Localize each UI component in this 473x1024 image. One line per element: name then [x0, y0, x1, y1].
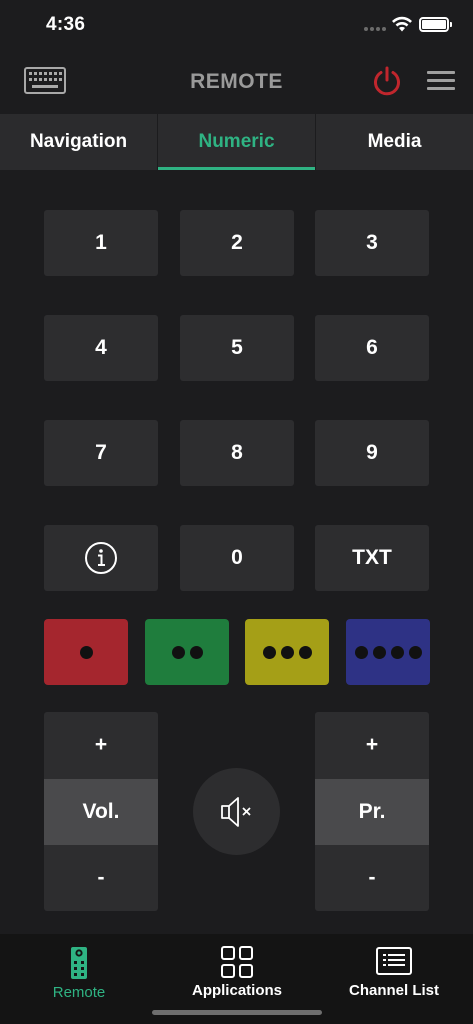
nav-applications[interactable]: Applications — [190, 946, 284, 999]
battery-icon — [419, 17, 452, 32]
apps-grid-icon — [221, 946, 253, 978]
nav-channel-list-label: Channel List — [348, 982, 439, 999]
cellular-signal-icon — [364, 27, 386, 31]
green-button[interactable] — [145, 619, 229, 685]
remote-icon — [71, 947, 87, 979]
key-9[interactable]: 9 — [315, 420, 429, 486]
status-time: 4:36 — [46, 14, 86, 35]
channel-list-icon — [376, 947, 412, 975]
nav-channel-list[interactable]: Channel List — [347, 946, 441, 999]
info-icon — [85, 542, 117, 574]
key-2[interactable]: 2 — [180, 210, 294, 276]
nav-applications-label: Applications — [191, 982, 282, 999]
red-button[interactable] — [44, 619, 128, 685]
teletext-button[interactable]: TXT — [315, 525, 429, 591]
program-label: Pr. — [315, 779, 429, 845]
key-8[interactable]: 8 — [180, 420, 294, 486]
key-5[interactable]: 5 — [180, 315, 294, 381]
key-4[interactable]: 4 — [44, 315, 158, 381]
program-up-button[interactable]: + — [315, 712, 429, 778]
tab-bar: Navigation Numeric Media — [0, 114, 473, 170]
wifi-icon — [392, 16, 412, 32]
key-7[interactable]: 7 — [44, 420, 158, 486]
key-3[interactable]: 3 — [315, 210, 429, 276]
bottom-navigation: Remote Applications Channel List — [0, 934, 473, 1024]
volume-down-button[interactable]: - — [44, 845, 158, 911]
hamburger-menu-icon[interactable] — [427, 71, 455, 91]
volume-up-button[interactable]: + — [44, 712, 158, 778]
key-6[interactable]: 6 — [315, 315, 429, 381]
mute-button[interactable] — [193, 768, 280, 855]
key-1[interactable]: 1 — [44, 210, 158, 276]
blue-button[interactable] — [346, 619, 430, 685]
tab-navigation[interactable]: Navigation — [0, 114, 157, 170]
key-0[interactable]: 0 — [180, 525, 294, 591]
nav-remote[interactable]: Remote — [52, 946, 106, 1001]
power-icon[interactable] — [371, 65, 403, 97]
program-down-button[interactable]: - — [315, 845, 429, 911]
volume-label: Vol. — [44, 779, 158, 845]
home-indicator — [152, 1010, 322, 1015]
status-bar: 4:36 — [0, 0, 473, 50]
mute-speaker-icon — [220, 796, 251, 827]
tab-media[interactable]: Media — [315, 114, 473, 170]
yellow-button[interactable] — [245, 619, 329, 685]
program-rocker: + Pr. - — [315, 712, 429, 911]
volume-rocker: + Vol. - — [44, 712, 158, 911]
info-button[interactable] — [44, 525, 158, 591]
tab-numeric[interactable]: Numeric — [157, 114, 315, 170]
nav-remote-label: Remote — [52, 984, 106, 1001]
app-header: REMOTE — [0, 50, 473, 114]
